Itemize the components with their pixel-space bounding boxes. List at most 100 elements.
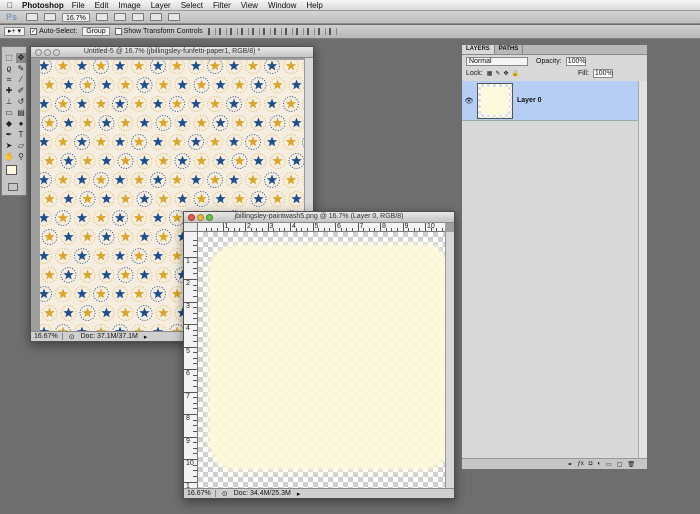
brush-tool-icon[interactable]: ✐ (16, 86, 26, 96)
lock-pixels-icon[interactable]: ✎ (495, 70, 500, 77)
eraser-tool-icon[interactable]: ▭ (4, 108, 14, 118)
zoom-field[interactable]: 16.67% (34, 333, 63, 340)
auto-select-checkbox[interactable]: ✓ (30, 28, 38, 35)
opacity-field[interactable]: 100% (565, 56, 586, 66)
dodge-tool-icon[interactable]: ● (16, 119, 26, 129)
menu-view[interactable]: View (241, 1, 258, 10)
tool-preset-picker[interactable]: ▸+ ▾ (4, 27, 26, 36)
ruler-origin[interactable] (184, 223, 198, 232)
foreground-color-swatch[interactable] (6, 165, 17, 175)
horizontal-ruler[interactable]: 1234567891011 (198, 223, 445, 232)
distribute-right-icon[interactable] (328, 28, 337, 35)
ruler-minor-tick (193, 430, 197, 432)
doc-size-info[interactable]: Doc: 37.1M/37.1M (81, 333, 138, 340)
launch-bridge-button[interactable] (26, 13, 38, 21)
show-transform-checkbox[interactable] (114, 28, 122, 35)
healing-brush-tool-icon[interactable]: ✚ (4, 86, 14, 96)
quick-select-tool-icon[interactable]: ✎ (16, 64, 26, 74)
ruler-minor-tick (193, 464, 197, 466)
tab-paths[interactable]: PATHS (495, 45, 524, 54)
zoom-tool-icon[interactable]: ⚲ (16, 152, 26, 162)
align-left-icon[interactable] (240, 28, 249, 35)
status-menu-arrow-icon[interactable]: ▸ (297, 490, 301, 498)
new-group-icon[interactable]: ▭ (606, 461, 612, 468)
quick-mask-button[interactable] (8, 183, 18, 191)
tab-layers[interactable]: LAYERS (462, 45, 495, 54)
distribute-left-icon[interactable] (306, 28, 315, 35)
marquee-tool-icon[interactable]: ⬚ (4, 53, 14, 63)
shape-tool-icon[interactable]: ▱ (16, 141, 26, 151)
tools-panel: ⬚ ✥ ϱ ✎ ⌗ ⁄ ✚ ✐ ⊥ ↺ ▭ ▤ ◆ ● ✒ T ➤ ▱ ✋ ⚲ (1, 46, 27, 196)
adjustment-layer-icon[interactable]: ◐ (597, 461, 601, 467)
ruler-minor-tick (228, 228, 230, 231)
status-icon: ⊙ (68, 333, 75, 341)
clone-stamp-tool-icon[interactable]: ⊥ (4, 97, 14, 107)
paintwash-canvas[interactable] (198, 232, 445, 488)
view-extras-button[interactable] (44, 13, 56, 21)
doc-size-info[interactable]: Doc: 34.4M/25.3M (234, 490, 291, 497)
crop-tool-icon[interactable]: ⌗ (4, 75, 14, 85)
menu-edit[interactable]: Edit (95, 1, 109, 10)
zoom-field[interactable]: 16.67% (187, 490, 216, 497)
link-layers-icon[interactable]: ⚭ (567, 461, 572, 468)
menu-filter[interactable]: Filter (213, 1, 231, 10)
distribute-hcenter-icon[interactable] (317, 28, 326, 35)
layers-scrollbar[interactable] (638, 81, 647, 458)
menu-help[interactable]: Help (306, 1, 322, 10)
app-menu[interactable]: Photoshop (22, 1, 64, 10)
menu-window[interactable]: Window (268, 1, 296, 10)
fill-field[interactable]: 100% (592, 68, 613, 78)
vertical-scrollbar[interactable] (445, 232, 454, 488)
visibility-eye-icon[interactable]: 👁 (464, 97, 474, 105)
distribute-vcenter-icon[interactable] (284, 28, 293, 35)
lock-all-icon[interactable]: 🔒 (511, 70, 518, 77)
hand-tool-icon[interactable] (95, 13, 108, 21)
layer-style-icon[interactable]: ƒx (577, 461, 583, 467)
distribute-bottom-icon[interactable] (295, 28, 304, 35)
rotate-view-icon[interactable] (131, 13, 144, 21)
align-vcenter-icon[interactable] (218, 28, 227, 35)
delete-layer-icon[interactable]: 🗑 (627, 461, 635, 468)
type-tool-icon[interactable]: T (16, 130, 26, 140)
zoom-tool-icon[interactable] (113, 13, 126, 21)
layer-row-layer-0[interactable]: 👁 Layer 0 (462, 81, 647, 121)
zoom-level-select[interactable]: 16.7% (62, 12, 90, 22)
gradient-tool-icon[interactable]: ▤ (16, 108, 26, 118)
pen-tool-icon[interactable]: ✒ (4, 130, 14, 140)
hand-tool-icon[interactable]: ✋ (4, 152, 14, 162)
new-layer-icon[interactable]: ▢ (617, 461, 623, 468)
apple-menu-icon[interactable]:  (4, 1, 16, 10)
document-titlebar[interactable]: Untitled-5 @ 16.7% (jbillingsley-funfett… (31, 47, 313, 58)
document-titlebar[interactable]: jbillingsley-paintwash5.png @ 16.7% (Lay… (184, 212, 454, 223)
align-top-icon[interactable] (207, 28, 216, 35)
distribute-top-icon[interactable] (273, 28, 282, 35)
move-tool-icon[interactable]: ✥ (16, 53, 26, 63)
arrange-documents-button[interactable] (149, 13, 162, 21)
blur-tool-icon[interactable]: ◆ (4, 119, 14, 129)
blend-mode-select[interactable]: Normal (466, 56, 528, 66)
ruler-minor-tick (250, 228, 252, 231)
status-menu-arrow-icon[interactable]: ▸ (144, 333, 148, 341)
layer-name[interactable]: Layer 0 (517, 97, 542, 104)
menu-layer[interactable]: Layer (151, 1, 171, 10)
path-select-tool-icon[interactable]: ➤ (4, 141, 14, 151)
menu-select[interactable]: Select (181, 1, 203, 10)
menu-image[interactable]: Image (118, 1, 140, 10)
eyedropper-tool-icon[interactable]: ⁄ (16, 75, 26, 85)
ruler-minor-tick (193, 340, 197, 342)
lock-transparency-icon[interactable]: ▦ (487, 70, 493, 77)
ruler-minor-tick (193, 329, 197, 331)
history-brush-tool-icon[interactable]: ↺ (16, 97, 26, 107)
ruler-minor-tick (211, 228, 213, 231)
ruler-tick (312, 223, 314, 231)
align-right-icon[interactable] (262, 28, 271, 35)
align-bottom-icon[interactable] (229, 28, 238, 35)
vertical-ruler[interactable]: 1 2 3 4 5 6 7 8 9 10 1 (184, 232, 198, 488)
align-hcenter-icon[interactable] (251, 28, 260, 35)
add-mask-icon[interactable]: ◘ (589, 461, 593, 467)
lock-position-icon[interactable]: ✥ (503, 70, 508, 77)
screen-mode-button[interactable] (167, 13, 180, 21)
lasso-tool-icon[interactable]: ϱ (4, 64, 14, 74)
menu-file[interactable]: File (72, 1, 85, 10)
auto-select-mode-select[interactable]: Group (82, 27, 110, 36)
